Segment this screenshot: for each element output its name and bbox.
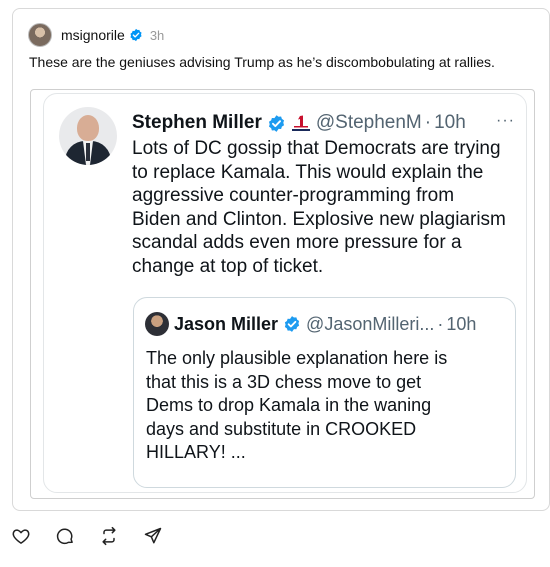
quoted-tweet-text: The only plausible explanation here is t… [146,347,506,465]
verified-badge-icon [284,316,300,332]
verified-badge-icon [268,114,284,132]
tweet-header: Stephen Miller @StephenM · 10h [132,111,466,135]
tweet-text-line: Biden and Clinton. Explosive new plagiar… [132,208,506,230]
share-icon[interactable] [142,525,164,547]
embedded-image-frame[interactable]: Stephen Miller @StephenM · 10h ··· Lots … [30,89,535,499]
threads-post-card: msignorile 3h These are the geniuses adv… [12,8,550,511]
quoted-avatar [145,312,169,336]
username[interactable]: msignorile [61,27,125,43]
quoted-text-line: that this is a 3D chess move to get [146,371,422,392]
quoted-tweet-header: Jason Miller @JasonMilleri... · 10h [145,311,476,337]
tweet-time: 10h [434,112,466,133]
tweet-text-line: to replace Kamala. This would explain th… [132,161,484,183]
more-options-icon: ··· [496,112,515,129]
separator-dot: · [424,112,432,133]
separator-dot: · [437,313,444,334]
post-header: msignorile 3h [28,23,164,47]
verified-badge-icon [130,28,142,42]
quoted-handle: @JasonMilleri... [306,313,435,334]
heart-icon[interactable] [10,525,32,547]
quoted-text-line: The only plausible explanation here is [146,348,448,368]
tweet-text-line: aggressive counter-programming from [132,185,455,206]
number-one-flag-icon [291,115,310,131]
tweet-text-line: Lots of DC gossip that Democrats are try… [132,138,501,159]
post-caption: These are the geniuses advising Trump as… [29,54,495,70]
comment-icon[interactable] [54,525,76,547]
tweet-text: Lots of DC gossip that Democrats are try… [132,137,522,278]
quoted-text-line: HILLARY! ... [146,442,246,462]
avatar[interactable] [28,23,52,47]
embedded-tweet: Stephen Miller @StephenM · 10h ··· Lots … [43,93,527,493]
tweet-avatar [59,107,117,165]
quoted-tweet: Jason Miller @JasonMilleri... · 10h The … [133,297,516,488]
tweet-text-line: scandal adds even more pressure for a [132,232,462,253]
tweet-text-line: change at top of ticket. [132,255,324,277]
quoted-time: 10h [446,313,477,334]
quoted-author-name: Jason Miller [174,313,279,334]
quoted-text-line: Dems to drop Kamala in the waning [146,395,432,415]
post-actions [10,522,186,550]
tweet-author-name: Stephen Miller [132,112,262,133]
tweet-handle: @StephenM [315,112,422,133]
post-time: 3h [149,27,165,43]
repost-icon[interactable] [98,525,120,547]
quoted-text-line: days and substitute in CROOKED [146,418,417,439]
